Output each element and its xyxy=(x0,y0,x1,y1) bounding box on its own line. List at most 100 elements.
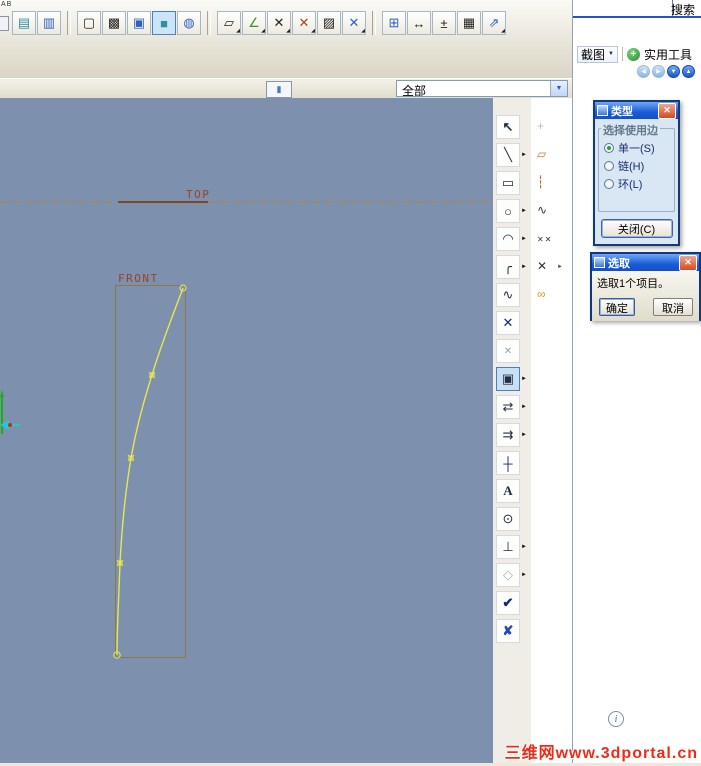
dimension-tool-button[interactable]: ┼ xyxy=(496,451,520,475)
flyout-arrow-icon[interactable]: ► xyxy=(521,152,527,158)
enhanced-realism-button[interactable]: ◍ xyxy=(177,11,201,35)
info-icon[interactable]: i xyxy=(608,711,624,727)
graphics-area[interactable]: TOP FRONT xyxy=(0,98,493,763)
datum-axis-button[interactable]: ∠ ◢ xyxy=(242,11,266,35)
flyout-arrow-icon[interactable]: ► xyxy=(521,404,527,410)
canvas-background[interactable] xyxy=(0,98,493,763)
circle-tool-button[interactable]: ○ xyxy=(496,199,520,223)
filter-status-icon: ▮ xyxy=(266,81,292,98)
dim-reference-icon[interactable]: + xyxy=(537,119,544,133)
close-icon[interactable]: ✕ xyxy=(679,254,697,271)
grid-button[interactable]: ▦ xyxy=(457,11,481,35)
no-hidden-view-button[interactable]: ▣ xyxy=(127,11,151,35)
chain-icon[interactable]: ∞ xyxy=(537,287,546,301)
points-pair-icon[interactable]: ✕✕ xyxy=(537,235,552,244)
arc-tool-button[interactable]: ◠ xyxy=(496,227,520,251)
use-edge-tool-button[interactable]: ▣ xyxy=(496,367,520,391)
datum-point-button[interactable]: ✕ ◢ xyxy=(267,11,291,35)
palette-tool-button[interactable]: ⊙ xyxy=(496,507,520,531)
flyout-arrow-icon[interactable]: ► xyxy=(557,264,563,270)
parallelogram-icon: ▱ xyxy=(224,15,234,30)
shaded-view-button[interactable]: ■ xyxy=(152,11,176,35)
thicken-edge-tool-button[interactable]: ⇉ xyxy=(496,423,520,447)
radio-icon[interactable] xyxy=(604,143,614,153)
csys-tool-button[interactable]: ✕ xyxy=(496,339,520,363)
sketch-canvas[interactable]: TOP FRONT xyxy=(0,98,493,763)
close-icon[interactable]: ✕ xyxy=(658,102,676,119)
line-tool-button[interactable]: ╲ xyxy=(496,143,520,167)
ok-button[interactable]: 确定 xyxy=(599,298,635,316)
cancel-button[interactable]: 取消 xyxy=(653,298,693,316)
datum-target-button[interactable]: ✕ ◢ xyxy=(342,11,366,35)
dropdown-corner-icon[interactable]: ◢ xyxy=(501,29,505,34)
offset-edge-tool-button[interactable]: ⇄ xyxy=(496,395,520,419)
wireframe-view-button[interactable]: ▢ xyxy=(77,11,101,35)
shaded-box-icon: ■ xyxy=(160,15,168,31)
select-tool-button[interactable]: ↖ xyxy=(496,115,520,139)
nav-up-button[interactable]: ▲ xyxy=(682,65,695,78)
utility-tools-label[interactable]: 实用工具 xyxy=(644,46,692,63)
datum-plane-button[interactable]: ▱ ◢ xyxy=(217,11,241,35)
hidden-line-view-button[interactable]: ▩ xyxy=(102,11,126,35)
constraint-tool-button[interactable]: ⊥ xyxy=(496,535,520,559)
sphere-icon: ◍ xyxy=(183,15,195,30)
mirror-tool-button[interactable]: ◇ xyxy=(496,563,520,587)
flyout-arrow-icon[interactable]: ► xyxy=(521,432,527,438)
datum-point2-button[interactable]: ✕ ◢ xyxy=(292,11,316,35)
rectangle-tool-button[interactable]: ▭ xyxy=(496,171,520,195)
fillet-icon: ╭ xyxy=(504,259,512,274)
parallelogram-tool-icon[interactable]: ▱ xyxy=(537,147,546,161)
flyout-arrow-icon[interactable]: ► xyxy=(521,376,527,382)
flyout-arrow-icon[interactable]: ► xyxy=(521,236,527,242)
point-arrow-icon[interactable]: ✕ xyxy=(537,259,547,273)
screenshot-button[interactable]: 截图 ▼ xyxy=(577,45,618,63)
dropdown-corner-icon[interactable]: ◢ xyxy=(236,29,240,34)
conic-tool-icon[interactable]: ∿ xyxy=(537,203,547,217)
text-tool-button[interactable]: A xyxy=(496,479,520,503)
radio-loop[interactable]: 环(L) xyxy=(604,175,670,193)
sketch-cancel-button[interactable]: ✘ xyxy=(496,619,520,643)
flyout-arrow-icon[interactable]: ► xyxy=(521,544,527,550)
point-tool-button[interactable]: ✕ xyxy=(496,311,520,335)
plus-icon: + xyxy=(626,47,640,61)
dropdown-corner-icon[interactable]: ◢ xyxy=(311,29,315,34)
radio-single[interactable]: 单一(S) xyxy=(604,139,670,157)
nav-back-button[interactable]: ◀ xyxy=(637,65,650,78)
select-items-button[interactable]: ⊞ xyxy=(382,11,406,35)
type-dialog-titlebar[interactable]: 类型 ✕ xyxy=(595,102,678,119)
flyout-arrow-icon[interactable]: ► xyxy=(521,208,527,214)
flyout-arrow-icon[interactable]: ► xyxy=(521,572,527,578)
text-tool-icon: A xyxy=(503,483,513,498)
datum-csys-button[interactable]: ▨ xyxy=(317,11,341,35)
tolerance-button[interactable]: ± xyxy=(432,11,456,35)
points-icon: ✕ xyxy=(273,15,285,30)
layer-note-button[interactable]: ▥ xyxy=(37,11,61,35)
flyout-arrow-icon[interactable]: ► xyxy=(521,264,527,270)
fillet-tool-button[interactable]: ╭ xyxy=(496,255,520,279)
forward-arrow-icon: ▶ xyxy=(656,69,661,75)
centerline-tool-icon[interactable]: ┆ xyxy=(537,175,544,189)
combo-dropdown-button[interactable]: ▼ xyxy=(550,81,567,96)
close-dialog-button[interactable]: 关闭(C) xyxy=(600,219,673,238)
dropdown-corner-icon[interactable]: ◢ xyxy=(261,29,265,34)
nav-forward-button[interactable]: ▶ xyxy=(652,65,665,78)
layer-stack-button[interactable]: ▤ xyxy=(12,11,36,35)
dropdown-corner-icon[interactable]: ◢ xyxy=(286,29,290,34)
select-dialog-title: 选取 xyxy=(608,257,630,270)
snap-button[interactable]: ⇗ ◢ xyxy=(482,11,506,35)
nav-down-button[interactable]: ▼ xyxy=(667,65,680,78)
tool-row: ▭ ┆ xyxy=(493,171,572,197)
sketch-done-button[interactable]: ✔ xyxy=(496,591,520,615)
selection-filter-combobox[interactable]: 全部 ▼ xyxy=(396,80,568,98)
dimension-display-button[interactable]: ↔ xyxy=(407,11,431,35)
type-dialog: 类型 ✕ 选择使用边 单一(S) 链(H) 环(L) 关闭(C) xyxy=(593,100,680,246)
radio-icon[interactable] xyxy=(604,161,614,171)
spline-tool-button[interactable]: ∿ xyxy=(496,283,520,307)
tool-row: ⇉ ► xyxy=(493,423,572,449)
dropdown-corner-icon[interactable]: ◢ xyxy=(361,29,365,34)
radio-icon[interactable] xyxy=(604,179,614,189)
select-dialog-titlebar[interactable]: 选取 ✕ xyxy=(592,254,699,271)
radio-chain[interactable]: 链(H) xyxy=(604,157,670,175)
tool-row: ✕ xyxy=(493,339,572,365)
search-column-label[interactable]: 搜索 xyxy=(671,1,695,18)
